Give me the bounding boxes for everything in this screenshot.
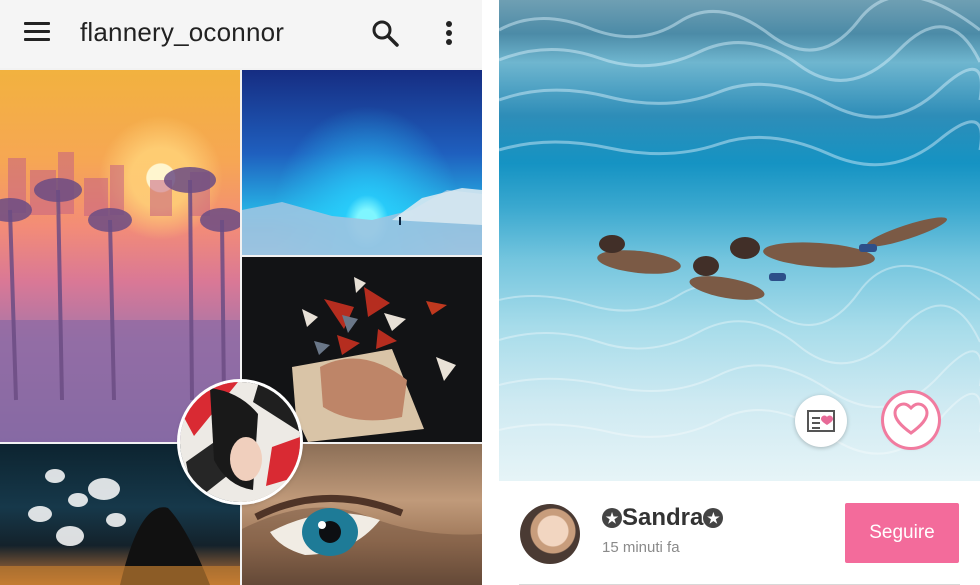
more-vertical-icon[interactable] [435,18,467,50]
search-icon[interactable] [370,18,402,50]
post-author-bar: ★ Sandra ★ 15 minuti fa Seguire [499,481,980,585]
heart-icon[interactable] [884,393,938,447]
star-badge-icon: ★ [602,508,622,528]
postcard-heart-icon[interactable] [795,395,847,447]
hamburger-menu-icon[interactable] [24,22,50,42]
author-name-wrap[interactable]: ★ Sandra ★ [602,504,724,532]
underwater-swimmers-image[interactable] [499,0,980,481]
right-phone-screen: ★ Sandra ★ 15 minuti fa Seguire [499,0,980,585]
author-avatar[interactable] [520,504,580,564]
top-app-bar: flannery_oconnor [0,0,482,68]
profile-title: flannery_oconnor [80,17,285,47]
left-phone-screen: flannery_oconnor [0,0,482,585]
follow-button[interactable]: Seguire [845,503,959,563]
star-badge-icon: ★ [703,508,724,528]
author-name: Sandra [622,504,704,531]
profile-avatar-image[interactable] [180,382,300,502]
sunset-palms-image[interactable] [0,70,240,442]
post-time: 15 minuti fa [602,539,680,556]
aurora-night-image[interactable] [242,70,482,255]
